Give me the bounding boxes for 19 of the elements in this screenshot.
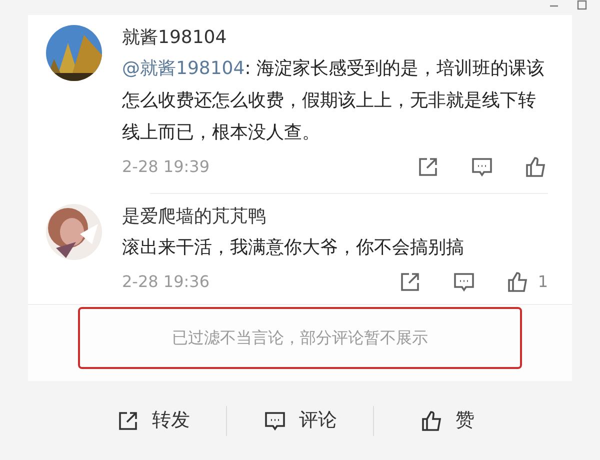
comment-text: @就酱198104: 海淀家长感受到的是，培训班的课该怎么收费还怎么收费，假期该上上，无非就是线下转线上而已，根本没人查。 (122, 57, 546, 145)
mention-link[interactable]: @就酱198104 (122, 58, 245, 79)
timestamp: 2-28 19:39 (122, 156, 211, 178)
maximize-icon[interactable] (576, 0, 588, 12)
like-count: 1 (538, 271, 548, 293)
thumbs-up-icon[interactable] (506, 270, 530, 294)
action-button[interactable]: 评论 (227, 406, 373, 435)
thumbs-up-icon[interactable] (524, 155, 548, 179)
comment-text: 滚出来干活，我满意你大爷，你不会搞别搞 (122, 236, 465, 260)
comment-icon[interactable] (452, 270, 476, 294)
timestamp: 2-28 19:36 (122, 271, 211, 293)
filter-notice: 已过滤不当言论，部分评论暂不展示 (78, 307, 522, 369)
action-button[interactable]: 转发 (80, 406, 226, 435)
username[interactable]: 是爱爬墙的芃芃鸭 (122, 202, 548, 232)
comment-icon[interactable] (470, 155, 494, 179)
action-button[interactable]: 赞 (374, 406, 520, 435)
share-icon[interactable] (416, 155, 440, 179)
username[interactable]: 就酱198104 (122, 23, 548, 53)
thumbs-up-icon[interactable] (420, 408, 444, 432)
